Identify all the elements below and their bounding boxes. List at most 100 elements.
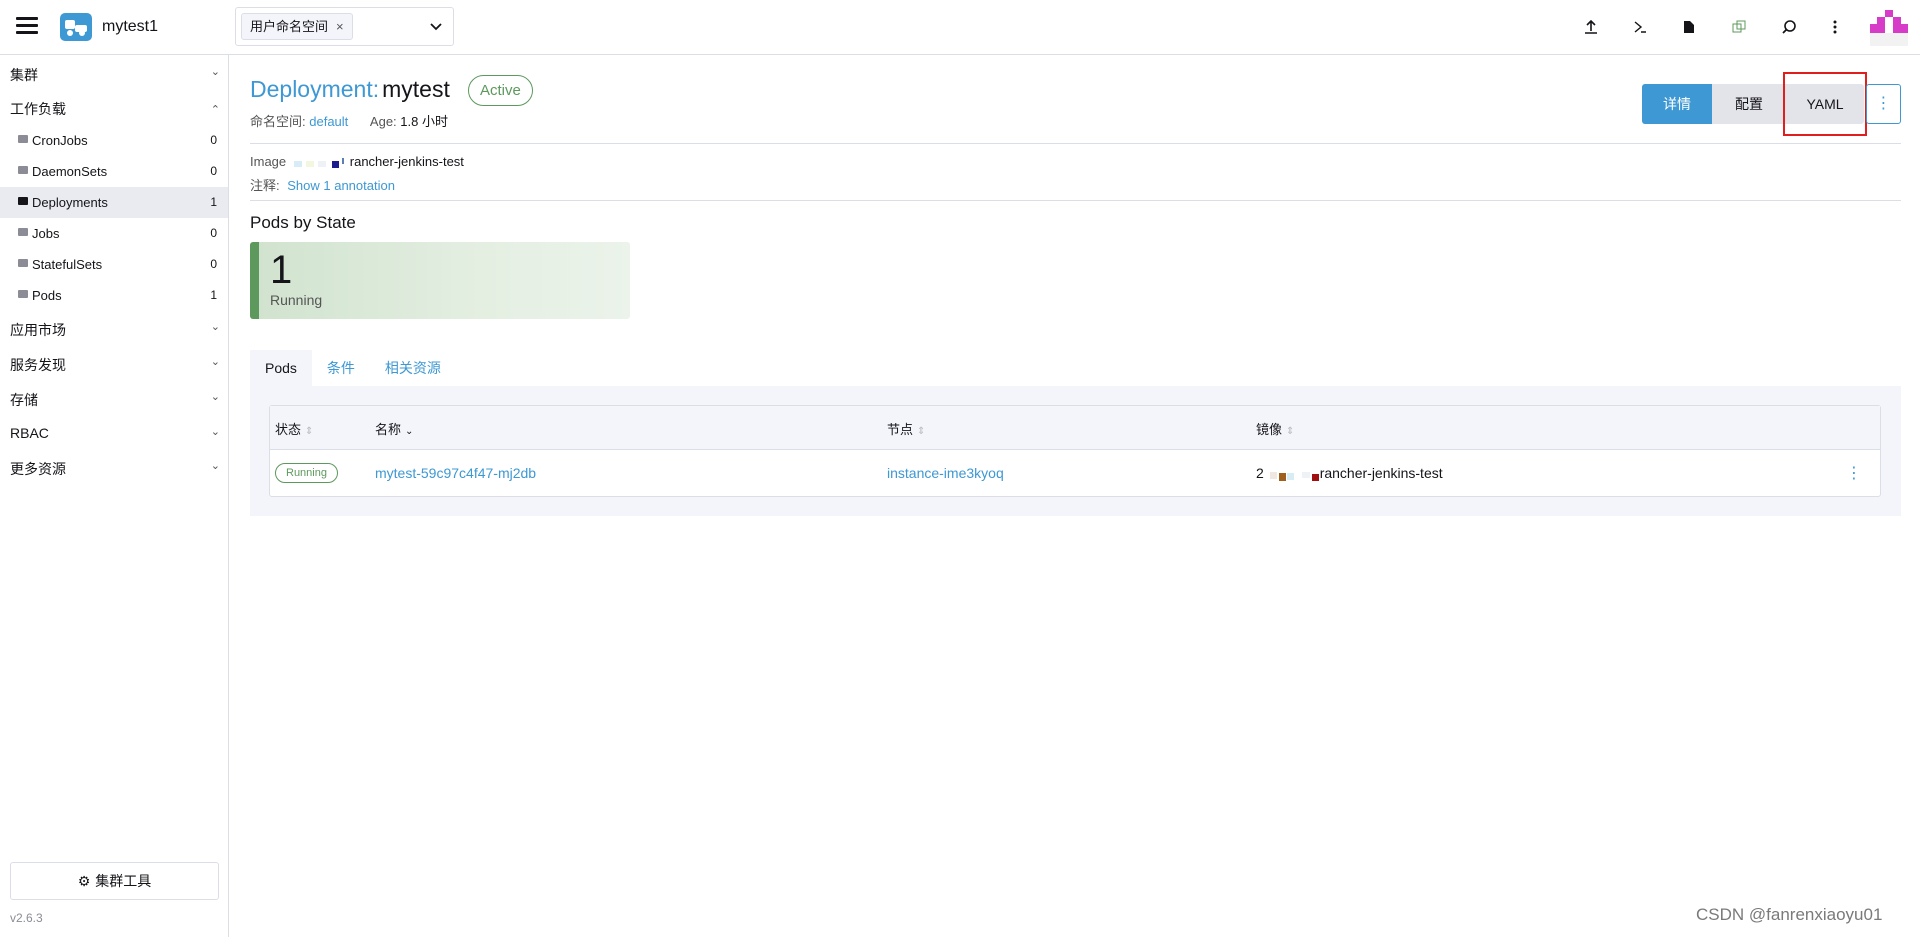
yaml-highlight-box: [1783, 72, 1867, 136]
resource-subtitle: 命名空间: default Age: 1.8 小时: [250, 111, 448, 130]
column-header-status[interactable]: 状态 ⇕: [275, 419, 313, 438]
tab-pods[interactable]: Pods: [250, 350, 312, 386]
tab-related-resources[interactable]: 相关资源: [370, 350, 456, 386]
sidebar-item-count: 0: [210, 257, 217, 271]
shell-icon[interactable]: [1628, 15, 1652, 39]
file-icon[interactable]: [1677, 15, 1701, 39]
sidebar-item-daemonsets[interactable]: DaemonSets 0: [0, 156, 228, 187]
namespace-selector[interactable]: 用户命名空间 ×: [235, 7, 454, 46]
upload-icon[interactable]: [1579, 15, 1603, 39]
sidebar-group-label: 应用市场: [10, 322, 66, 338]
column-header-image[interactable]: 镜像 ⇕: [1256, 419, 1294, 438]
folder-icon: [18, 228, 28, 236]
more-vertical-icon[interactable]: [1823, 15, 1847, 39]
sidebar-item-count: 0: [210, 226, 217, 240]
chevron-down-icon: ⌄: [210, 391, 220, 403]
sidebar-item-statefulsets[interactable]: StatefulSets 0: [0, 249, 228, 280]
config-button[interactable]: 配置: [1712, 84, 1786, 124]
sidebar-item-label: StatefulSets: [32, 257, 103, 272]
sidebar-group-label: 服务发现: [10, 357, 66, 373]
cluster-name: mytest1: [102, 18, 159, 35]
pods-running-count: 1: [270, 248, 293, 292]
search-icon[interactable]: [1777, 15, 1801, 39]
sidebar-item-jobs[interactable]: Jobs 0: [0, 218, 228, 249]
sidebar-item-count: 0: [210, 164, 217, 178]
resource-type-link[interactable]: Deployment:: [250, 76, 379, 102]
sidebar-item-label: Pods: [32, 288, 62, 303]
column-header-name[interactable]: 名称 ⌄: [375, 419, 413, 438]
pods-state-label: Running: [270, 292, 323, 308]
column-header-label: 状态: [275, 422, 302, 437]
row-actions-icon[interactable]: ⋮: [1846, 463, 1862, 483]
chevron-up-icon: ⌃: [210, 104, 220, 116]
sidebar-item-count: 1: [210, 195, 217, 209]
pod-image-value: rancher-jenkins-test: [1319, 465, 1443, 481]
pods-table: 状态 ⇕ 名称 ⌄ 节点 ⇕ 镜像 ⇕ Running mytest-59c97c4f4…: [269, 405, 1881, 497]
sidebar-item-label: Deployments: [32, 195, 108, 210]
sidebar-item-cronjobs[interactable]: CronJobs 0: [0, 125, 228, 156]
chevron-down-icon: ⌄: [210, 321, 220, 333]
redacted-image-prefix: [290, 157, 350, 168]
namespace-link[interactable]: default: [309, 114, 348, 129]
sort-down-icon: ⌄: [405, 426, 414, 437]
table-header: 状态 ⇕ 名称 ⌄ 节点 ⇕ 镜像 ⇕: [270, 406, 1880, 450]
sidebar-group-label: 更多资源: [10, 461, 66, 477]
chevron-down-icon: ⌄: [210, 460, 220, 472]
pod-name-link[interactable]: mytest-59c97c4f47-mj2db: [375, 465, 536, 481]
top-header: mytest1 用户命名空间 ×: [0, 0, 1920, 55]
page-title: Deployment: mytest: [250, 76, 450, 103]
sidebar-group-cluster[interactable]: 集群 ⌄: [10, 65, 220, 85]
folder-icon: [18, 259, 28, 267]
image-value: rancher-jenkins-test: [349, 154, 464, 169]
detail-button[interactable]: 详情: [1642, 84, 1712, 124]
cluster-tools-button[interactable]: ⚙ 集群工具: [10, 862, 219, 900]
redacted-image-prefix: [1268, 469, 1320, 482]
image-prefix: 2: [1256, 465, 1264, 481]
age-value: 1.8 小时: [400, 114, 448, 129]
version-label: v2.6.3: [10, 911, 43, 925]
chevron-down-icon: [430, 23, 442, 31]
sidebar-item-deployments[interactable]: Deployments 1: [0, 187, 228, 218]
annotation-row: 注释: Show 1 annotation: [250, 175, 395, 194]
sidebar-group-storage[interactable]: 存储 ⌄: [10, 390, 220, 410]
sidebar-group-more-resources[interactable]: 更多资源 ⌄: [10, 459, 220, 479]
column-header-label: 节点: [887, 422, 914, 437]
resource-name: mytest: [382, 76, 450, 102]
gear-icon: ⚙: [77, 872, 91, 889]
pods-by-state-heading: Pods by State: [250, 213, 356, 232]
folder-icon: [18, 135, 28, 143]
sidebar-item-count: 1: [210, 288, 217, 302]
sidebar-group-apps[interactable]: 应用市场 ⌄: [10, 320, 220, 340]
cluster-logo-icon: [60, 13, 92, 41]
sidebar-group-workloads[interactable]: 工作负载 ⌃: [10, 99, 220, 119]
pod-status-badge: Running: [275, 463, 338, 483]
avatar[interactable]: [1870, 8, 1908, 46]
chevron-down-icon: ⌄: [210, 426, 220, 438]
copy-icon[interactable]: [1727, 15, 1751, 39]
sidebar-group-label: 工作负载: [10, 101, 66, 117]
watermark: CSDN @fanrenxiaoyu01: [1696, 905, 1883, 924]
sort-icon: ⇕: [917, 426, 926, 437]
sidebar-item-pods[interactable]: Pods 1: [0, 280, 228, 311]
chevron-down-icon: ⌄: [210, 356, 220, 368]
tab-conditions[interactable]: 条件: [312, 350, 370, 386]
sidebar-item-count: 0: [210, 133, 217, 147]
sidebar-group-service-discovery[interactable]: 服务发现 ⌄: [10, 355, 220, 375]
more-actions-button[interactable]: ⋮: [1866, 84, 1901, 124]
image-row: Image rancher-jenkins-test: [250, 154, 464, 169]
sidebar-item-label: Jobs: [32, 226, 60, 241]
namespace-chip: 用户命名空间 ×: [241, 13, 353, 40]
folder-icon: [18, 290, 28, 298]
hamburger-menu-icon[interactable]: [16, 17, 38, 37]
sidebar-item-label: CronJobs: [32, 133, 88, 148]
folder-icon: [18, 197, 28, 205]
status-badge: Active: [468, 75, 533, 106]
node-link[interactable]: instance-ime3kyoq: [887, 465, 1004, 481]
divider: [250, 143, 1901, 144]
chip-remove-icon[interactable]: ×: [336, 19, 344, 34]
column-header-node[interactable]: 节点 ⇕: [887, 419, 925, 438]
show-annotation-link[interactable]: Show 1 annotation: [287, 178, 395, 193]
folder-icon: [18, 166, 28, 174]
sidebar-group-rbac[interactable]: RBAC ⌄: [10, 425, 220, 441]
sort-icon: ⇕: [305, 426, 314, 437]
